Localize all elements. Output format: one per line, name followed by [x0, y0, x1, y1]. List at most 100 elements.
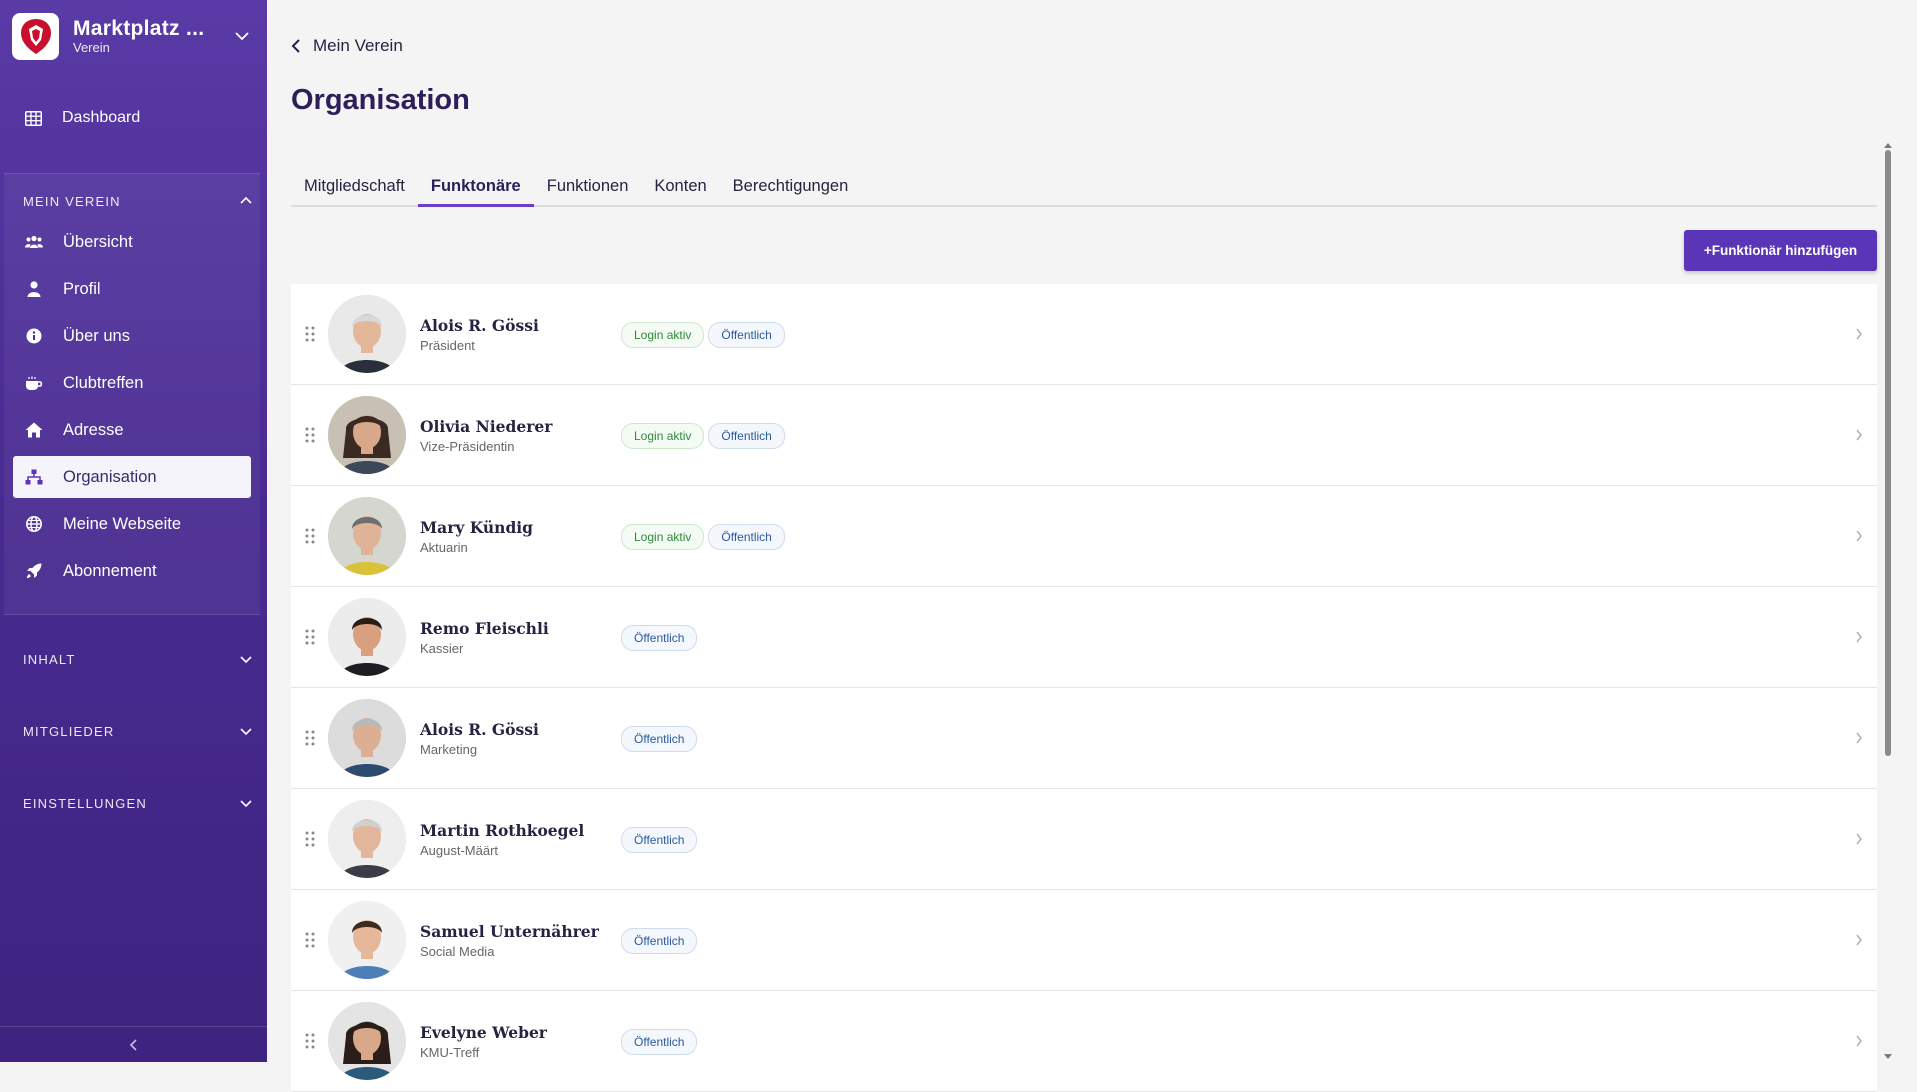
collapse-sidebar-button[interactable] — [0, 1026, 267, 1062]
chevron-right-icon[interactable] — [1854, 528, 1864, 544]
sidebar-item-clubtreffen[interactable]: Clubtreffen — [13, 362, 251, 404]
avatar — [328, 396, 406, 474]
scroll-down-icon[interactable] — [1879, 1052, 1897, 1062]
scrollbar[interactable] — [1879, 140, 1897, 1062]
coffee-icon — [25, 374, 43, 392]
sidebar-item-dashboard[interactable]: Dashboard — [12, 98, 255, 138]
visibility-badge: Öffentlich — [708, 322, 785, 348]
home-icon — [25, 421, 43, 439]
sidebar-item-abonnement[interactable]: Abonnement — [13, 550, 251, 592]
tab-bar: Mitgliedschaft Funktonäre Funktionen Konten… — [291, 168, 1877, 207]
drag-handle-icon[interactable] — [305, 730, 315, 746]
scroll-up-icon[interactable] — [1879, 140, 1897, 150]
tab-berechtigungen[interactable]: Berechtigungen — [720, 168, 862, 205]
avatar — [328, 901, 406, 979]
club-switcher[interactable]: Marktplatz ... Verein — [12, 12, 255, 60]
official-name: Alois R. Gössi — [420, 316, 539, 335]
chevron-right-icon[interactable] — [1854, 730, 1864, 746]
chevron-down-icon — [240, 656, 252, 664]
sidebar-item-label: Dashboard — [62, 109, 141, 126]
official-row[interactable]: Alois R. Gössi Präsident Login aktiv Öffent… — [291, 284, 1877, 385]
drag-handle-icon[interactable] — [305, 932, 315, 948]
main-content: Mein Verein Organisation Mitgliedschaft F… — [267, 0, 1897, 1092]
sidebar-item-label: Clubtreffen — [63, 373, 144, 392]
official-role: KMU-Treff — [420, 1045, 480, 1060]
tab-mitgliedschaft[interactable]: Mitgliedschaft — [291, 168, 418, 205]
back-link[interactable]: Mein Verein — [291, 36, 403, 56]
globe-icon — [25, 515, 43, 533]
official-role: Vize-Präsidentin — [420, 439, 515, 454]
chevron-down-icon — [240, 800, 252, 808]
drag-handle-icon[interactable] — [305, 326, 315, 342]
scrollbar-thumb[interactable] — [1885, 150, 1891, 756]
chevron-down-icon — [240, 728, 252, 736]
chevron-right-icon[interactable] — [1854, 427, 1864, 443]
drag-handle-icon[interactable] — [305, 831, 315, 847]
drag-handle-icon[interactable] — [305, 1033, 315, 1049]
chevron-right-icon[interactable] — [1854, 932, 1864, 948]
chevron-right-icon[interactable] — [1854, 1033, 1864, 1049]
sidebar-item-über-uns[interactable]: Über uns — [13, 315, 251, 357]
avatar — [328, 1002, 406, 1080]
group-label: EINSTELLUNGEN — [23, 795, 147, 811]
badge-group: Login aktiv Öffentlich — [621, 423, 785, 449]
official-role: Präsident — [420, 338, 475, 353]
sitemap-icon — [25, 468, 43, 486]
official-row[interactable]: Mary Kündig Aktuarin Login aktiv Öffentlich — [291, 486, 1877, 587]
badge-group: Öffentlich — [621, 726, 698, 752]
official-row[interactable]: Alois R. Gössi Marketing Öffentlich — [291, 688, 1877, 789]
tab-funktonäre[interactable]: Funktonäre — [417, 168, 534, 207]
badge-group: Öffentlich — [621, 827, 698, 853]
official-name: Evelyne Weber — [420, 1023, 547, 1042]
official-name: Alois R. Gössi — [420, 720, 539, 739]
group-header-mitglieder[interactable]: MITGLIEDER — [23, 719, 253, 743]
rocket-icon — [25, 562, 43, 580]
visibility-badge: Öffentlich — [621, 928, 698, 954]
info-icon — [25, 327, 43, 345]
official-name: Martin Rothkoegel — [420, 821, 585, 840]
sidebar-item-meine-webseite[interactable]: Meine Webseite — [13, 503, 251, 545]
group-header-inhalt[interactable]: INHALT — [23, 647, 253, 671]
sidebar-item-organisation[interactable]: Organisation — [13, 456, 251, 498]
login-status-badge: Login aktiv — [621, 524, 705, 550]
chevron-right-icon[interactable] — [1854, 629, 1864, 645]
login-status-badge: Login aktiv — [621, 423, 705, 449]
badge-group: Öffentlich — [621, 625, 698, 651]
official-role: Marketing — [420, 742, 478, 757]
users-icon — [25, 233, 43, 251]
sidebar-item-label: Über uns — [63, 326, 130, 345]
avatar — [328, 295, 406, 373]
official-row[interactable]: Remo Fleischli Kassier Öffentlich — [291, 587, 1877, 688]
official-row[interactable]: Olivia Niederer Vize-Präsidentin Login akt… — [291, 385, 1877, 486]
group-header-einstellungen[interactable]: EINSTELLUNGEN — [23, 791, 253, 815]
official-role: Aktuarin — [420, 540, 468, 555]
visibility-badge: Öffentlich — [621, 726, 698, 752]
sidebar-item-label: Organisation — [63, 467, 157, 486]
sidebar-item-adresse[interactable]: Adresse — [13, 409, 251, 451]
sidebar-item-profil[interactable]: Profil — [13, 268, 251, 310]
drag-handle-icon[interactable] — [305, 528, 315, 544]
chevron-right-icon[interactable] — [1854, 831, 1864, 847]
add-official-button[interactable]: +Funktionär hinzufügen — [1684, 230, 1877, 271]
group-header-mein-verein[interactable]: MEIN VEREIN — [23, 189, 253, 213]
tab-funktionen[interactable]: Funktionen — [534, 168, 642, 205]
sidebar-item-label: Meine Webseite — [63, 514, 182, 533]
visibility-badge: Öffentlich — [708, 423, 785, 449]
badge-group: Login aktiv Öffentlich — [621, 524, 785, 550]
official-row[interactable]: Samuel Unternährer Social Media Öffentlich — [291, 890, 1877, 991]
sidebar-item-label: Profil — [63, 279, 101, 298]
group-label: MITGLIEDER — [23, 723, 115, 739]
official-role: Kassier — [420, 641, 464, 656]
tab-konten[interactable]: Konten — [641, 168, 719, 205]
official-row[interactable]: Martin Rothkoegel August-Määrt Öffentlich — [291, 789, 1877, 890]
club-type: Verein — [73, 40, 110, 55]
sidebar-item-übersicht[interactable]: Übersicht — [13, 221, 251, 263]
login-status-badge: Login aktiv — [621, 322, 705, 348]
sidebar-item-label: Übersicht — [63, 232, 133, 251]
drag-handle-icon[interactable] — [305, 427, 315, 443]
official-row[interactable]: Evelyne Weber KMU-Treff Öffentlich — [291, 991, 1877, 1092]
drag-handle-icon[interactable] — [305, 629, 315, 645]
chevron-down-icon — [235, 32, 249, 41]
official-role: August-Määrt — [420, 843, 499, 858]
chevron-right-icon[interactable] — [1854, 326, 1864, 342]
